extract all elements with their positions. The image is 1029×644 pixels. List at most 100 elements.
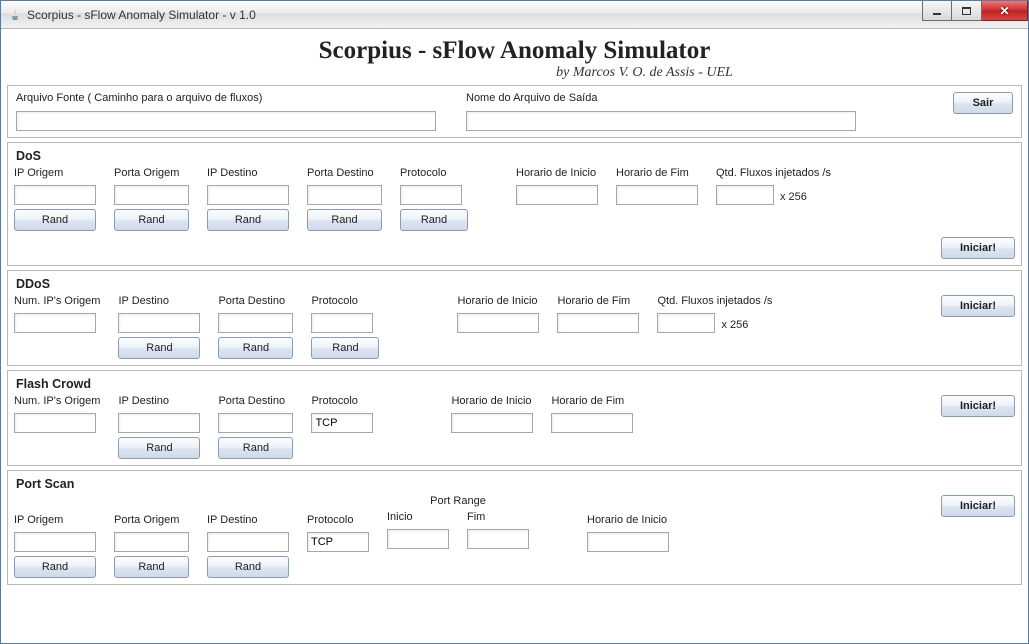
portscan-title: Port Scan	[16, 477, 1015, 491]
ps-protocolo-group: Protocolo	[307, 495, 369, 552]
ddos-action-col: Iniciar!	[941, 295, 1015, 317]
dos-ip-destino-input[interactable]	[207, 185, 289, 205]
flash-numips-label: Num. IP's Origem	[14, 395, 100, 407]
content-area: Scorpius - sFlow Anomaly Simulator by Ma…	[1, 29, 1028, 643]
dos-porta-origem-label: Porta Origem	[114, 167, 189, 179]
dos-protocolo-label: Protocolo	[400, 167, 468, 179]
dos-protocolo-group: Protocolo Rand	[400, 167, 468, 231]
dos-ip-origem-rand-button[interactable]: Rand	[14, 209, 96, 231]
exit-col: Sair	[953, 92, 1013, 114]
ps-ip-destino-input[interactable]	[207, 532, 289, 552]
ps-protocolo-label: Protocolo	[307, 514, 369, 526]
flash-ipdestino-rand-button[interactable]: Rand	[118, 437, 200, 459]
app-subtitle: by Marcos V. O. de Assis - UEL	[7, 65, 1022, 81]
flash-portadestino-label: Porta Destino	[218, 395, 293, 407]
ps-protocolo-input[interactable]	[307, 532, 369, 552]
ps-porta-origem-input[interactable]	[114, 532, 189, 552]
flash-title: Flash Crowd	[16, 377, 1015, 391]
ddos-ipdestino-rand-button[interactable]: Rand	[118, 337, 200, 359]
dos-title: DoS	[16, 149, 1015, 163]
minimize-button[interactable]	[922, 1, 952, 21]
ps-porta-origem-rand-button[interactable]: Rand	[114, 556, 189, 578]
ps-range-label: Port Range	[430, 495, 486, 507]
ddos-hfim-input[interactable]	[557, 313, 639, 333]
ps-hinicio-label: Horario de Inicio	[587, 514, 669, 526]
ddos-portadestino-input[interactable]	[218, 313, 293, 333]
flash-protocolo-group: Protocolo	[311, 395, 373, 433]
output-file-input[interactable]	[466, 111, 856, 131]
dos-porta-origem-group: Porta Origem Rand	[114, 167, 189, 231]
dos-porta-destino-label: Porta Destino	[307, 167, 382, 179]
dos-porta-destino-group: Porta Destino Rand	[307, 167, 382, 231]
app-window: Scorpius - sFlow Anomaly Simulator - v 1…	[0, 0, 1029, 644]
output-file-group: Nome do Arquivo de Saída	[466, 92, 856, 131]
ddos-ipdestino-label: IP Destino	[118, 295, 200, 307]
ddos-numips-input[interactable]	[14, 313, 96, 333]
ddos-row: Num. IP's Origem IP Destino Rand Porta D…	[14, 295, 1015, 359]
ps-action-col: Iniciar!	[941, 495, 1015, 517]
ddos-panel: DDoS Num. IP's Origem IP Destino Rand Po…	[7, 270, 1022, 366]
flash-ipdestino-input[interactable]	[118, 413, 200, 433]
ps-hinicio-input[interactable]	[587, 532, 669, 552]
ddos-qtd-group: Qtd. Fluxos injetados /s x 256	[657, 295, 772, 333]
flash-hfim-label: Horario de Fim	[551, 395, 633, 407]
dos-hinicio-input[interactable]	[516, 185, 598, 205]
flash-numips-input[interactable]	[14, 413, 96, 433]
dos-ip-origem-label: IP Origem	[14, 167, 96, 179]
window-controls: ✕	[922, 1, 1028, 21]
ddos-protocolo-input[interactable]	[311, 313, 373, 333]
ps-ip-origem-label: IP Origem	[14, 514, 96, 526]
ddos-qtd-label: Qtd. Fluxos injetados /s	[657, 295, 772, 307]
exit-button[interactable]: Sair	[953, 92, 1013, 114]
dos-protocolo-input[interactable]	[400, 185, 462, 205]
ddos-qtd-input[interactable]	[657, 313, 715, 333]
header-block: Scorpius - sFlow Anomaly Simulator by Ma…	[7, 33, 1022, 83]
ps-porta-origem-label: Porta Origem	[114, 514, 189, 526]
ps-ip-origem-input[interactable]	[14, 532, 96, 552]
ddos-iniciar-button[interactable]: Iniciar!	[941, 295, 1015, 317]
source-file-input[interactable]	[16, 111, 436, 131]
ddos-portadestino-rand-button[interactable]: Rand	[218, 337, 293, 359]
flash-hfim-input[interactable]	[551, 413, 633, 433]
ddos-protocolo-rand-button[interactable]: Rand	[311, 337, 379, 359]
ps-inicio-group: Inicio	[387, 511, 449, 549]
portscan-panel: Port Scan IP Origem Rand Porta Origem Ra…	[7, 470, 1022, 585]
ps-inicio-input[interactable]	[387, 529, 449, 549]
ddos-hinicio-label: Horario de Inicio	[457, 295, 539, 307]
dos-porta-destino-input[interactable]	[307, 185, 382, 205]
ps-ip-destino-rand-button[interactable]: Rand	[207, 556, 289, 578]
dos-iniciar-button[interactable]: Iniciar!	[941, 237, 1015, 259]
dos-qtd-input[interactable]	[716, 185, 774, 205]
flash-hinicio-input[interactable]	[451, 413, 533, 433]
flash-panel: Flash Crowd Num. IP's Origem IP Destino …	[7, 370, 1022, 466]
dos-hfim-input[interactable]	[616, 185, 698, 205]
dos-x256: x 256	[780, 188, 807, 203]
ps-porta-origem-group: Porta Origem Rand	[114, 495, 189, 578]
dos-row: IP Origem Rand Porta Origem Rand IP Dest…	[14, 167, 1015, 231]
ps-fim-input[interactable]	[467, 529, 529, 549]
maximize-button[interactable]	[952, 1, 982, 21]
ddos-hinicio-input[interactable]	[457, 313, 539, 333]
source-file-group: Arquivo Fonte ( Caminho para o arquivo d…	[16, 92, 436, 131]
close-button[interactable]: ✕	[982, 1, 1028, 21]
dos-ip-origem-input[interactable]	[14, 185, 96, 205]
ps-ip-origem-rand-button[interactable]: Rand	[14, 556, 96, 578]
flash-protocolo-input[interactable]	[311, 413, 373, 433]
ddos-protocolo-group: Protocolo Rand	[311, 295, 379, 359]
flash-ipdestino-label: IP Destino	[118, 395, 200, 407]
flash-iniciar-button[interactable]: Iniciar!	[941, 395, 1015, 417]
dos-porta-origem-input[interactable]	[114, 185, 189, 205]
dos-porta-origem-rand-button[interactable]: Rand	[114, 209, 189, 231]
ps-iniciar-button[interactable]: Iniciar!	[941, 495, 1015, 517]
ddos-hfim-group: Horario de Fim	[557, 295, 639, 333]
flash-portadestino-input[interactable]	[218, 413, 293, 433]
ps-fim-label: Fim	[467, 511, 529, 523]
app-title: Scorpius - sFlow Anomaly Simulator	[7, 37, 1022, 65]
ddos-ipdestino-input[interactable]	[118, 313, 200, 333]
dos-porta-destino-rand-button[interactable]: Rand	[307, 209, 382, 231]
dos-protocolo-rand-button[interactable]: Rand	[400, 209, 468, 231]
ddos-ipdestino-group: IP Destino Rand	[118, 295, 200, 359]
dos-ip-destino-rand-button[interactable]: Rand	[207, 209, 289, 231]
flash-portadestino-rand-button[interactable]: Rand	[218, 437, 293, 459]
dos-ip-origem-group: IP Origem Rand	[14, 167, 96, 231]
